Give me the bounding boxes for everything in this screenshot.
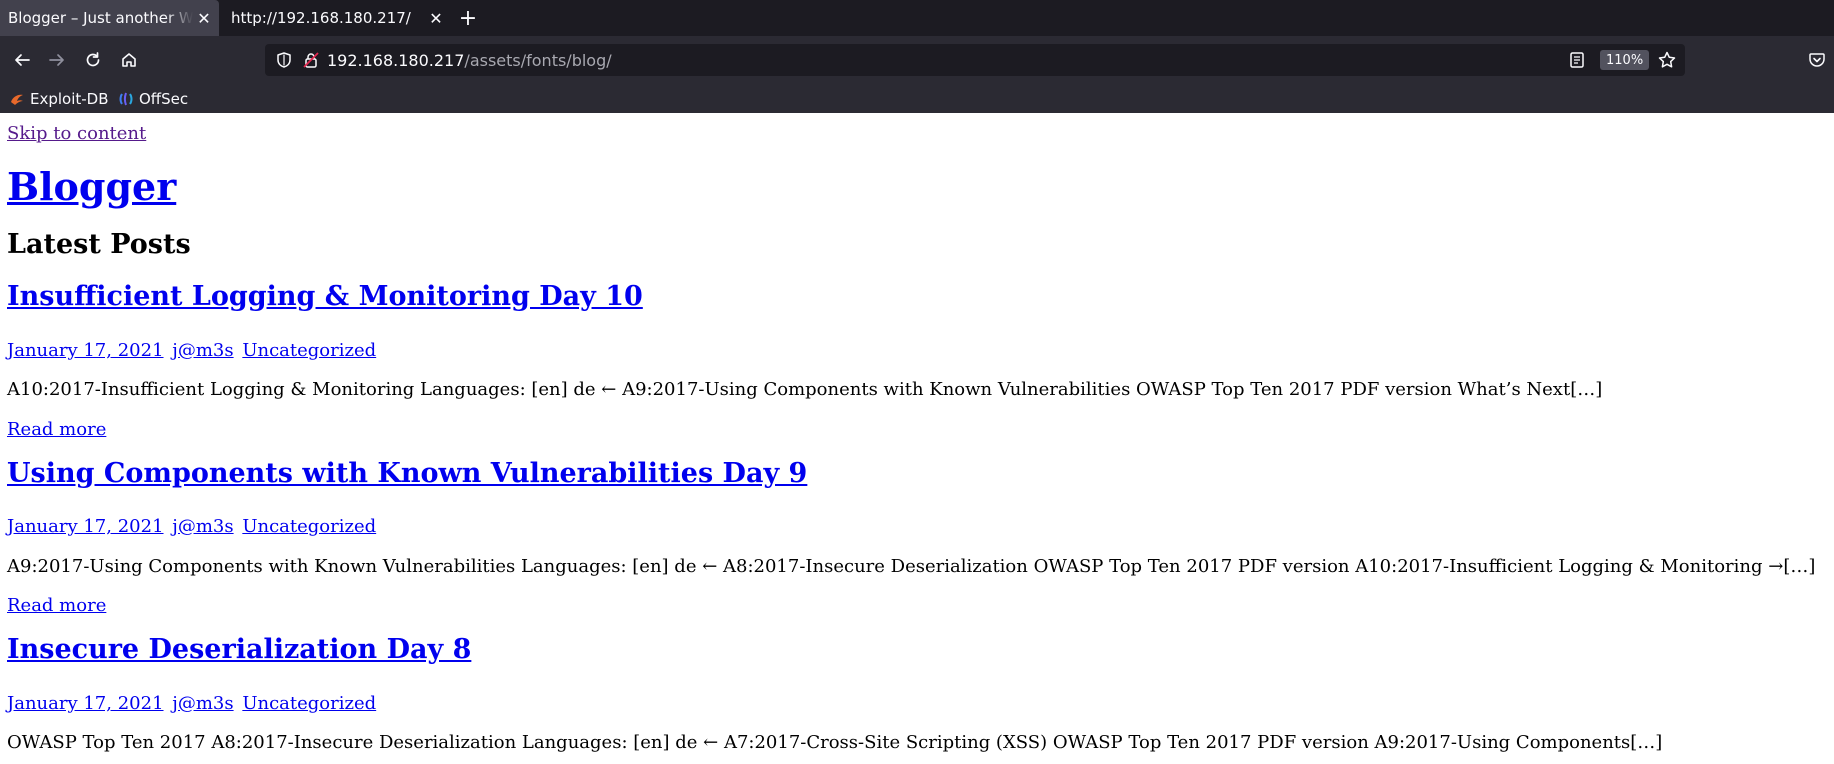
post-date-link[interactable]: January 17, 2021 <box>7 340 164 361</box>
post-category-link[interactable]: Uncategorized <box>242 516 376 537</box>
new-tab-plus-icon[interactable]: + <box>455 5 481 31</box>
post-meta: January 17, 2021 j@m3s Uncategorized <box>7 516 379 537</box>
tab-title: http://192.168.180.217/ <box>231 9 411 27</box>
post-author-link[interactable]: j@m3s <box>172 340 233 361</box>
pocket-icon[interactable] <box>1808 51 1826 69</box>
post-meta: January 17, 2021 j@m3s Uncategorized <box>7 340 379 361</box>
post-title-link[interactable]: Using Components with Known Vulnerabilit… <box>7 458 807 489</box>
post-author-link[interactable]: j@m3s <box>172 516 233 537</box>
url-text[interactable]: 192.168.180.217/assets/fonts/blog/ <box>327 51 612 70</box>
tab-bar: Blogger – Just another WordPress site ✕ … <box>0 0 1834 36</box>
post-excerpt: OWASP Top Ten 2017 A8:2017-Insecure Dese… <box>7 732 1663 753</box>
url-bar[interactable]: 192.168.180.217/assets/fonts/blog/ 110% <box>265 44 1685 76</box>
post-excerpt: A10:2017-Insufficient Logging & Monitori… <box>7 379 1603 400</box>
post-excerpt: A9:2017-Using Components with Known Vuln… <box>7 556 1816 577</box>
offsec-icon <box>119 92 133 106</box>
read-more-link[interactable]: Read more <box>7 419 106 440</box>
tab-blogger[interactable]: Blogger – Just another WordPress site ✕ <box>0 0 219 36</box>
reload-icon[interactable] <box>78 45 108 75</box>
close-tab-icon[interactable]: ✕ <box>193 7 215 29</box>
post-meta: January 17, 2021 j@m3s Uncategorized <box>7 693 379 714</box>
close-tab-icon[interactable]: ✕ <box>425 7 447 29</box>
latest-posts-heading: Latest Posts <box>7 229 191 260</box>
tracking-shield-icon[interactable] <box>275 51 293 69</box>
bookmark-exploit-db[interactable]: Exploit-DB <box>10 88 109 110</box>
forward-arrow-icon[interactable] <box>42 45 72 75</box>
exploitdb-icon <box>10 92 24 106</box>
navigation-toolbar: 192.168.180.217/assets/fonts/blog/ 110% <box>0 36 1834 84</box>
bookmark-label: OffSec <box>139 90 189 108</box>
bookmark-star-icon[interactable] <box>1657 50 1677 70</box>
site-title-link[interactable]: Blogger <box>7 164 176 209</box>
browser-chrome: Blogger – Just another WordPress site ✕ … <box>0 0 1834 113</box>
post-title-link[interactable]: Insufficient Logging & Monitoring Day 10 <box>7 281 643 312</box>
bookmarks-toolbar: Exploit-DB OffSec <box>0 84 1834 113</box>
url-path: /assets/fonts/blog/ <box>464 51 612 70</box>
home-icon[interactable] <box>114 45 144 75</box>
tab-title: Blogger – Just another WordPress site <box>8 9 193 27</box>
post-category-link[interactable]: Uncategorized <box>242 340 376 361</box>
back-arrow-icon[interactable] <box>7 45 37 75</box>
tab-ip-address[interactable]: http://192.168.180.217/ ✕ <box>223 0 449 36</box>
zoom-level-badge[interactable]: 110% <box>1600 50 1650 70</box>
skip-to-content-link[interactable]: Skip to content <box>7 123 146 144</box>
reader-view-icon[interactable] <box>1568 51 1586 69</box>
post-category-link[interactable]: Uncategorized <box>242 693 376 714</box>
url-host: 192.168.180.217 <box>327 51 465 70</box>
insecure-lock-icon[interactable] <box>302 51 320 69</box>
bookmark-offsec[interactable]: OffSec <box>119 88 188 110</box>
post-title-link[interactable]: Insecure Deserialization Day 8 <box>7 634 471 665</box>
page-content: Skip to content Blogger Latest Posts Ins… <box>0 113 1834 764</box>
post-date-link[interactable]: January 17, 2021 <box>7 516 164 537</box>
post-date-link[interactable]: January 17, 2021 <box>7 693 164 714</box>
post-author-link[interactable]: j@m3s <box>172 693 233 714</box>
read-more-link[interactable]: Read more <box>7 595 106 616</box>
bookmark-label: Exploit-DB <box>30 90 109 108</box>
